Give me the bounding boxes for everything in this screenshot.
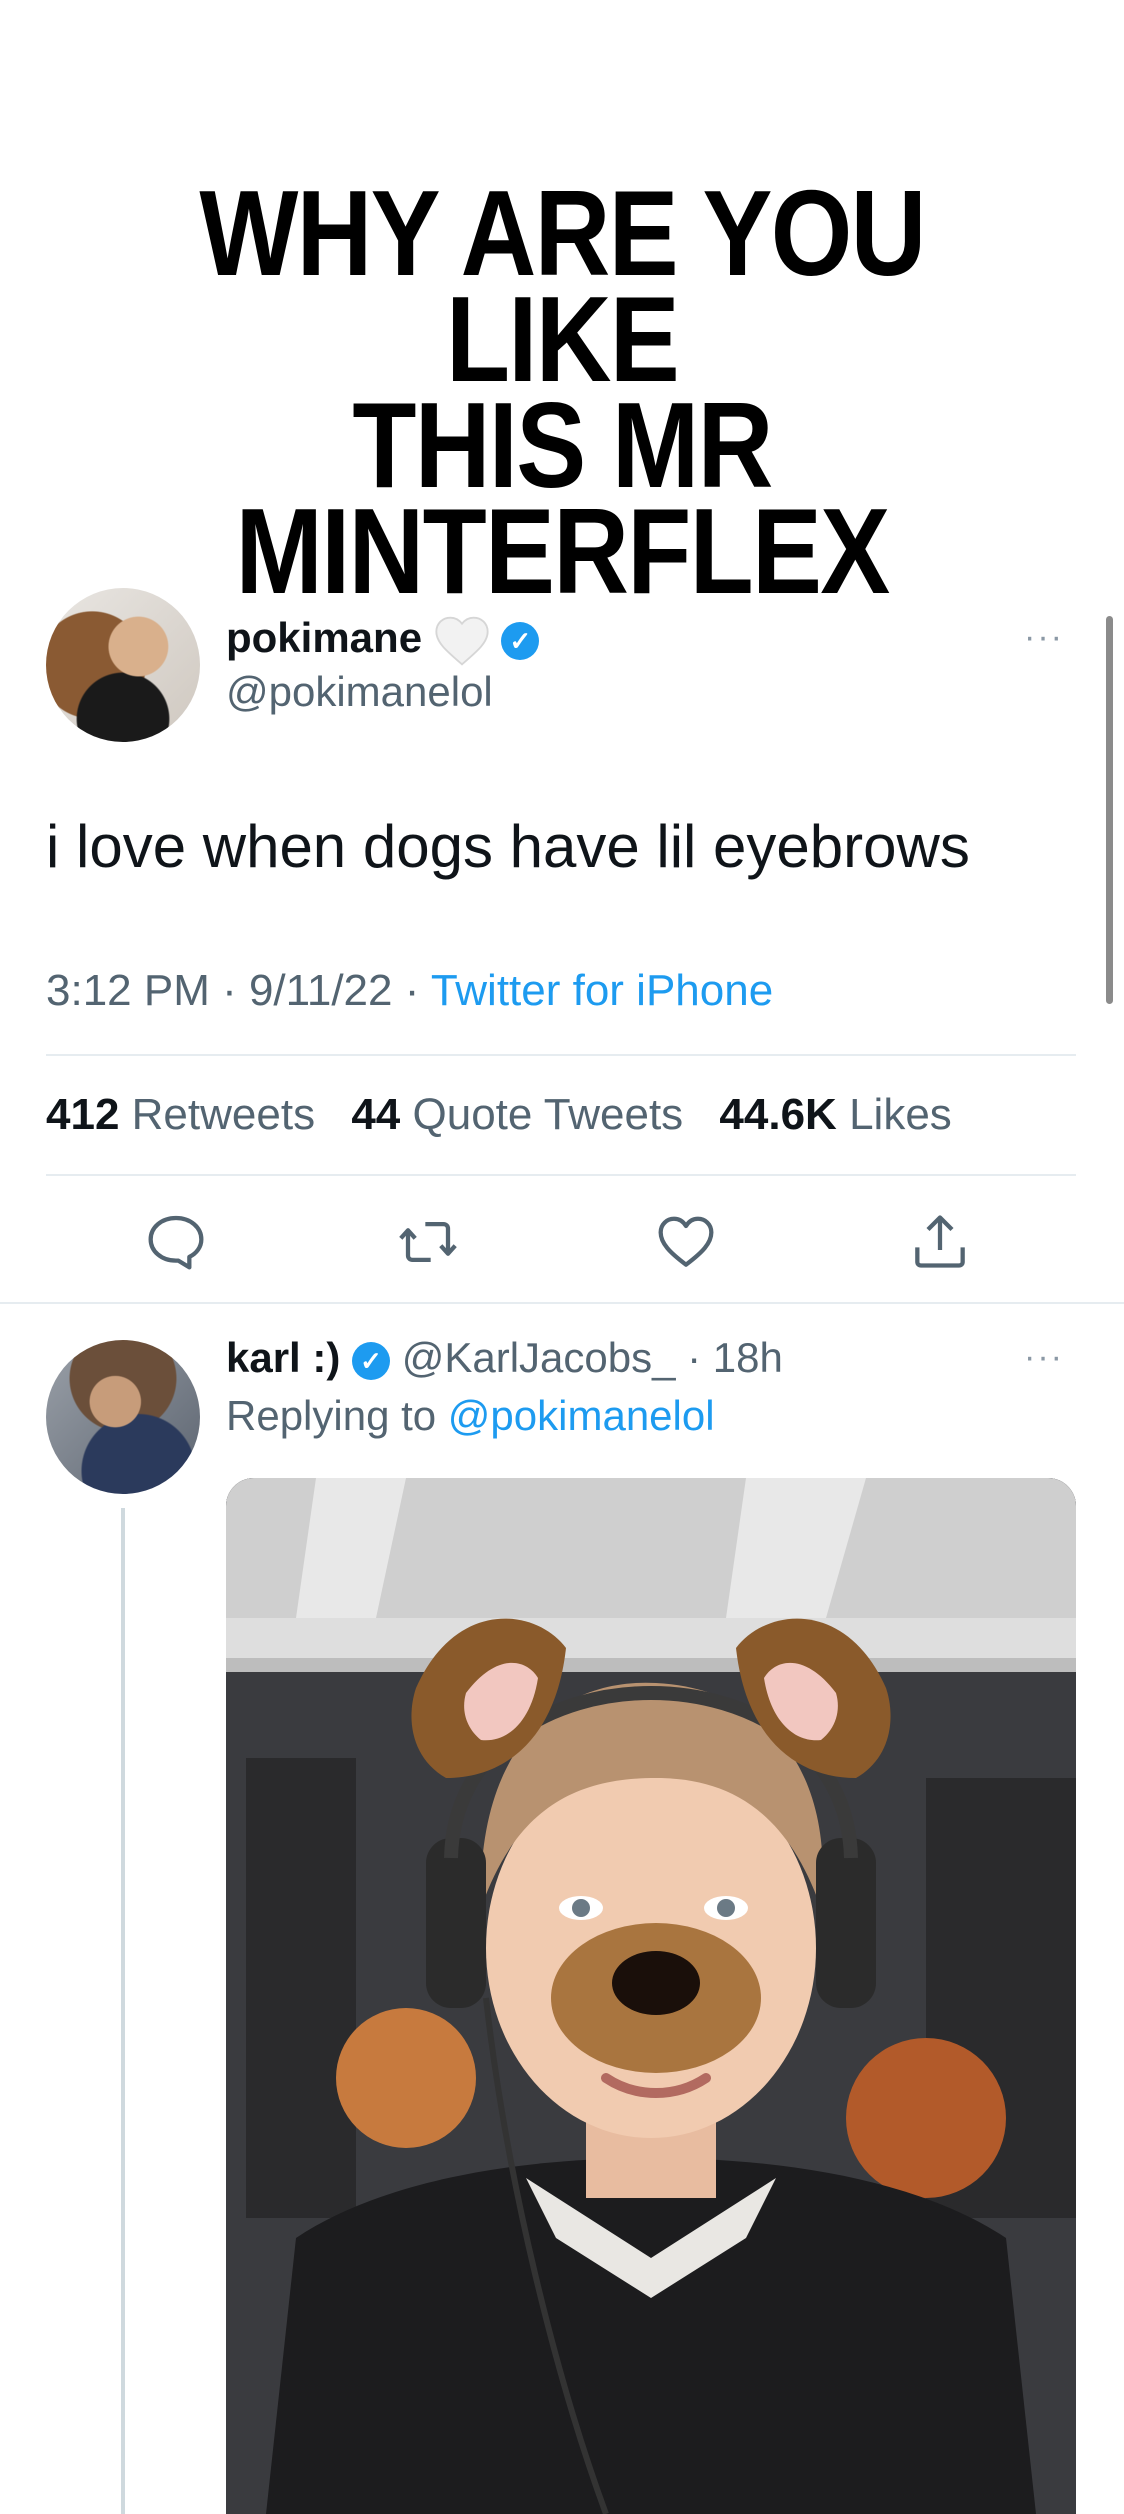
avatar[interactable] bbox=[46, 588, 200, 742]
tweet-text: i love when dogs have lil eyebrows bbox=[46, 813, 970, 880]
meme-caption: WHY ARE YOU LIKE THIS MR MINTERFLEX bbox=[79, 165, 1046, 619]
divider bbox=[46, 1054, 1076, 1056]
reply-header: karl :) ✓ @KarlJacobs_ · 18h bbox=[226, 1334, 783, 1382]
retweets-stat[interactable]: 412 Retweets bbox=[46, 1090, 315, 1139]
avatar[interactable] bbox=[46, 1340, 200, 1494]
author-name-row[interactable]: pokimane ✓ bbox=[226, 614, 540, 667]
retweet-icon[interactable] bbox=[396, 1210, 460, 1274]
reply-author-name[interactable]: karl :) bbox=[226, 1334, 340, 1381]
caption-line-2: THIS MR MINTERFLEX bbox=[235, 377, 890, 619]
scrollbar[interactable] bbox=[1106, 616, 1113, 1004]
thread-connector bbox=[121, 1508, 125, 2514]
share-icon[interactable] bbox=[908, 1210, 972, 1274]
like-icon[interactable] bbox=[654, 1210, 718, 1274]
photo-content bbox=[226, 1478, 1076, 2514]
replying-to-link[interactable]: @pokimanelol bbox=[448, 1392, 715, 1439]
more-icon[interactable]: ··· bbox=[1024, 618, 1064, 657]
author-handle[interactable]: @pokimanelol bbox=[226, 668, 493, 716]
reply-photo[interactable] bbox=[226, 1478, 1076, 2514]
reply-icon[interactable] bbox=[144, 1210, 208, 1274]
author-name[interactable]: pokimane bbox=[226, 614, 422, 661]
tweet-source-link[interactable]: Twitter for iPhone bbox=[431, 966, 773, 1015]
tweet-stats: 412 Retweets 44 Quote Tweets 44.6K Likes bbox=[46, 1090, 952, 1140]
white-heart-icon bbox=[435, 616, 489, 666]
tweet-meta: 3:12 PM · 9/11/22 · Twitter for iPhone bbox=[46, 966, 773, 1016]
divider bbox=[0, 1302, 1124, 1304]
verified-icon: ✓ bbox=[352, 1341, 391, 1380]
more-icon[interactable]: ··· bbox=[1024, 1338, 1064, 1377]
quote-tweets-stat[interactable]: 44 Quote Tweets bbox=[351, 1090, 683, 1139]
divider bbox=[46, 1174, 1076, 1176]
likes-stat[interactable]: 44.6K Likes bbox=[719, 1090, 951, 1139]
caption-line-1: WHY ARE YOU LIKE bbox=[199, 165, 926, 407]
verified-icon: ✓ bbox=[501, 621, 540, 660]
tweet-timestamp[interactable]: 3:12 PM · 9/11/22 · bbox=[46, 966, 431, 1015]
replying-to: Replying to @pokimanelol bbox=[226, 1392, 715, 1439]
reply-author-handle[interactable]: @KarlJacobs_ · 18h bbox=[402, 1334, 783, 1381]
